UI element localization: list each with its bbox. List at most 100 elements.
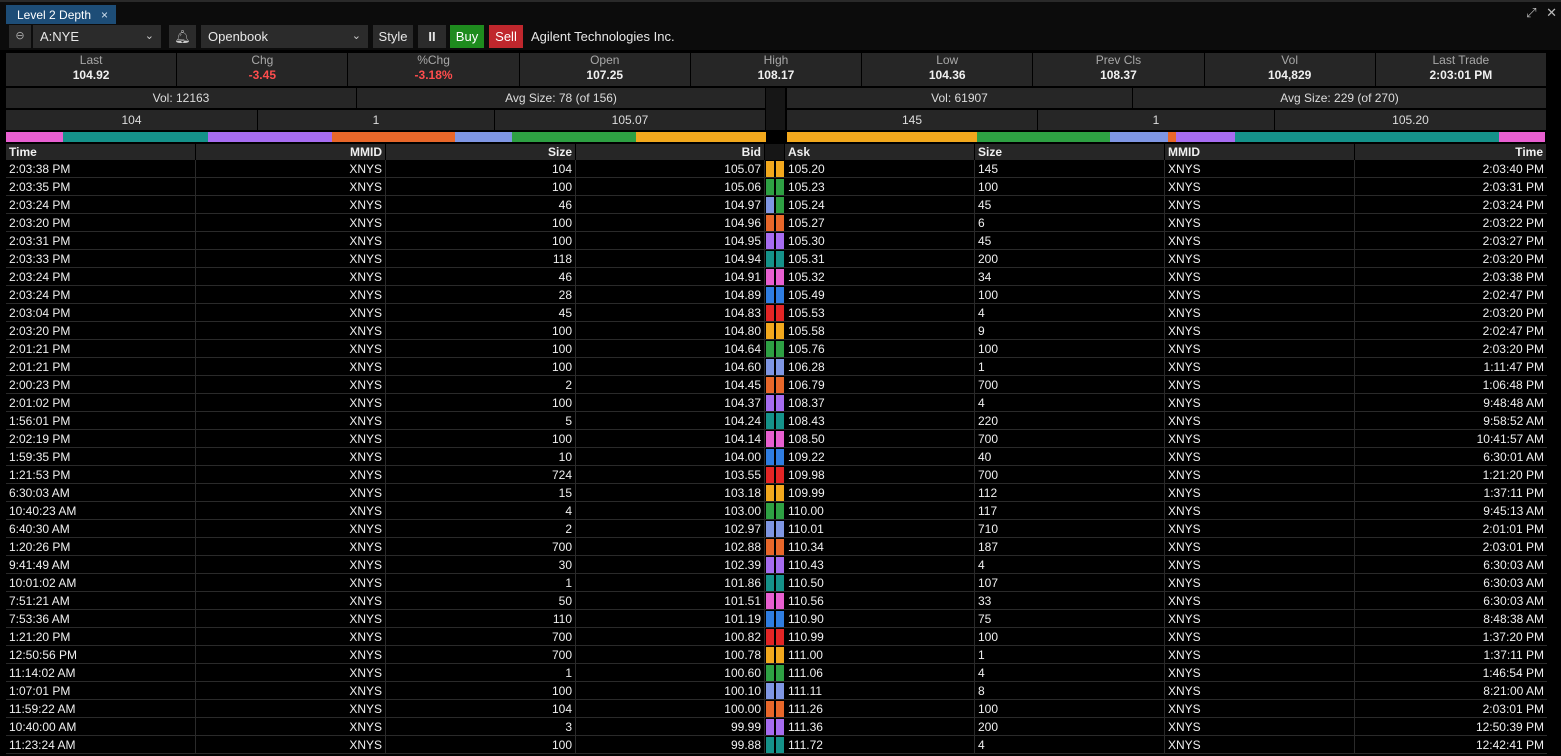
level-swatch [765, 232, 785, 249]
level-swatch [765, 736, 785, 753]
header-ask-size[interactable]: Size [975, 144, 1165, 160]
table-row[interactable]: 2:03:04 PM XNYS 45 104.83 105.53 4 XNYS 2:03:20… [6, 304, 1547, 322]
header-ask-mmid[interactable]: MMID [1165, 144, 1355, 160]
level-swatch [765, 160, 785, 177]
quote-label: Last [79, 53, 103, 67]
ask-size-cell: 700 [975, 466, 1165, 483]
table-row[interactable]: 10:40:23 AM XNYS 4 103.00 110.00 117 XNYS 9:45:… [6, 502, 1547, 520]
chevron-down-icon[interactable]: ⌄ [145, 25, 154, 48]
symbol-input[interactable]: A:NYE ⌄ [33, 25, 161, 48]
bid-swatch [766, 179, 774, 195]
ask-swatch [776, 251, 784, 267]
table-row[interactable]: 10:01:02 AM XNYS 1 101.86 110.50 107 XNYS 6:30:… [6, 574, 1547, 592]
bid-price-cell: 103.00 [576, 502, 765, 519]
bid-count: 1 [258, 110, 495, 130]
ask-price-cell: 105.23 [785, 178, 975, 195]
minus-circle-icon[interactable]: ⊖ [9, 25, 31, 48]
table-row[interactable]: 1:21:53 PM XNYS 724 103.55 109.98 700 XNYS 1:21… [6, 466, 1547, 484]
table-row[interactable]: 2:03:24 PM XNYS 46 104.91 105.32 34 XNYS 2:03:3… [6, 268, 1547, 286]
ask-time-cell: 2:01:01 PM [1482, 522, 1544, 536]
table-row[interactable]: 2:03:33 PM XNYS 118 104.94 105.31 200 XNYS 2:03… [6, 250, 1547, 268]
ask-price-cell: 105.76 [785, 340, 975, 357]
ask-size-cell: 710 [975, 520, 1165, 537]
quote-value: 107.25 [586, 68, 624, 82]
expand-icon[interactable]: ⤢ [1526, 5, 1536, 20]
table-row[interactable]: 6:30:03 AM XNYS 15 103.18 109.99 112 XNYS 1:37:… [6, 484, 1547, 502]
bid-price-cell: 105.06 [576, 178, 765, 195]
ask-mmid-cell: XNYS [1165, 430, 1355, 447]
table-row[interactable]: 2:01:02 PM XNYS 100 104.37 108.37 4 XNYS 9:48:4… [6, 394, 1547, 412]
ask-swatch [776, 287, 784, 303]
ask-size-cell: 9 [975, 322, 1165, 339]
table-row[interactable]: 2:00:23 PM XNYS 2 104.45 106.79 700 XNYS 1:06:4… [6, 376, 1547, 394]
ask-mmid-cell: XNYS [1165, 556, 1355, 573]
quote-value: -3.45 [248, 68, 276, 82]
table-row[interactable]: 2:03:38 PM XNYS 104 105.07 105.20 145 XNYS 2:03… [6, 160, 1547, 178]
table-row[interactable]: 2:01:21 PM XNYS 100 104.60 106.28 1 XNYS 1:11:4… [6, 358, 1547, 376]
table-row[interactable]: 2:03:31 PM XNYS 100 104.95 105.30 45 XNYS 2:03:… [6, 232, 1547, 250]
table-row[interactable]: 2:03:24 PM XNYS 28 104.89 105.49 100 XNYS 2:02:… [6, 286, 1547, 304]
table-row[interactable]: 2:03:35 PM XNYS 100 105.06 105.23 100 XNYS 2:03… [6, 178, 1547, 196]
bid-swatch [766, 683, 774, 699]
bid-swatch [766, 251, 774, 267]
table-row[interactable]: 11:59:22 AM XNYS 104 100.00 111.26 100 XNYS 2:0… [6, 700, 1547, 718]
bid-size-cell: 100 [386, 394, 576, 411]
ask-size-cell: 75 [975, 610, 1165, 627]
header-bid-time[interactable]: Time [6, 144, 196, 160]
table-row[interactable]: 12:50:56 PM XNYS 700 100.78 111.00 1 XNYS 1:37:… [6, 646, 1547, 664]
close-window-icon[interactable]: ✕ [1546, 5, 1557, 20]
bid-time-cell: 6:30:03 AM [6, 484, 196, 501]
table-row[interactable]: 9:41:49 AM XNYS 30 102.39 110.43 4 XNYS 6:30:03… [6, 556, 1547, 574]
table-row[interactable]: 1:20:26 PM XNYS 700 102.88 110.34 187 XNYS 2:03… [6, 538, 1547, 556]
table-row[interactable]: 7:53:36 AM XNYS 110 101.19 110.90 75 XNYS 8:48:… [6, 610, 1547, 628]
tab-level2-depth[interactable]: Level 2 Depth × [6, 5, 116, 25]
bid-size-cell: 2 [386, 376, 576, 393]
table-row[interactable]: 2:03:20 PM XNYS 100 104.80 105.58 9 XNYS 2:02:4… [6, 322, 1547, 340]
toolbar: ⊖ A:NYE ⌄ 🔔︎ Openbook ⌄ Style II Buy Sel… [0, 24, 1561, 50]
ask-mmid-cell: XNYS [1165, 628, 1355, 645]
header-bid[interactable]: Bid [576, 144, 765, 160]
table-row[interactable]: 11:14:02 AM XNYS 1 100.60 111.06 4 XNYS 1:46:54… [6, 664, 1547, 682]
bid-mmid-cell: XNYS [196, 268, 386, 285]
table-row[interactable]: 1:59:35 PM XNYS 10 104.00 109.22 40 XNYS 6:30:0… [6, 448, 1547, 466]
pause-button[interactable]: II [418, 25, 446, 48]
table-row[interactable]: 2:01:21 PM XNYS 100 104.64 105.76 100 XNYS 2:03… [6, 340, 1547, 358]
header-ask[interactable]: Ask [785, 144, 975, 160]
sell-button[interactable]: Sell [489, 25, 523, 48]
table-row[interactable]: 2:03:24 PM XNYS 46 104.97 105.24 45 XNYS 2:03:2… [6, 196, 1547, 214]
bid-price-cell: 104.37 [576, 394, 765, 411]
quote-cell: Last 104.92 [6, 53, 178, 86]
header-ask-time[interactable]: Time [1355, 144, 1547, 160]
table-row[interactable]: 1:21:20 PM XNYS 700 100.82 110.99 100 XNYS 1:37… [6, 628, 1547, 646]
header-bid-size[interactable]: Size [386, 144, 576, 160]
table-row[interactable]: 6:40:30 AM XNYS 2 102.97 110.01 710 XNYS 2:01:0… [6, 520, 1547, 538]
buy-button[interactable]: Buy [450, 25, 484, 48]
table-row[interactable]: 2:03:20 PM XNYS 100 104.96 105.27 6 XNYS 2:03:2… [6, 214, 1547, 232]
alert-bell-icon[interactable]: 🔔︎ [169, 25, 196, 48]
table-row[interactable]: 2:02:19 PM XNYS 100 104.14 108.50 700 XNYS 10:4… [6, 430, 1547, 448]
quote-cell: Open 107.25 [519, 53, 691, 86]
style-button[interactable]: Style [373, 25, 413, 48]
ask-price-cell: 110.34 [785, 538, 975, 555]
ask-time-cell: 2:03:01 PM [1482, 702, 1544, 716]
ask-best-size: 145 [787, 110, 1038, 130]
ask-size-cell: 4 [975, 304, 1165, 321]
ask-swatch [776, 233, 784, 249]
header-bid-mmid[interactable]: MMID [196, 144, 386, 160]
table-row[interactable]: 7:51:21 AM XNYS 50 101.51 110.56 33 XNYS 6:30:0… [6, 592, 1547, 610]
table-row[interactable]: 11:23:24 AM XNYS 100 99.88 111.72 4 XNYS 12:42:… [6, 736, 1547, 754]
level-swatch [765, 502, 785, 519]
table-row[interactable]: 1:56:01 PM XNYS 5 104.24 108.43 220 XNYS 9:58:5… [6, 412, 1547, 430]
bid-price-cell: 104.95 [576, 232, 765, 249]
level-swatch [765, 268, 785, 285]
close-tab-icon[interactable]: × [101, 5, 108, 25]
table-row[interactable]: 10:40:00 AM XNYS 3 99.99 111.36 200 XNYS 12:50:… [6, 718, 1547, 736]
chevron-down-icon[interactable]: ⌄ [352, 25, 361, 48]
table-row[interactable]: 1:07:01 PM XNYS 100 100.10 111.11 8 XNYS 8:21:0… [6, 682, 1547, 700]
color-segment [1235, 132, 1499, 142]
bid-time-cell: 2:03:20 PM [6, 214, 196, 231]
book-select[interactable]: Openbook ⌄ [201, 25, 368, 48]
ask-price-cell: 105.53 [785, 304, 975, 321]
ask-swatch [776, 413, 784, 429]
book-value: Openbook [208, 29, 268, 44]
